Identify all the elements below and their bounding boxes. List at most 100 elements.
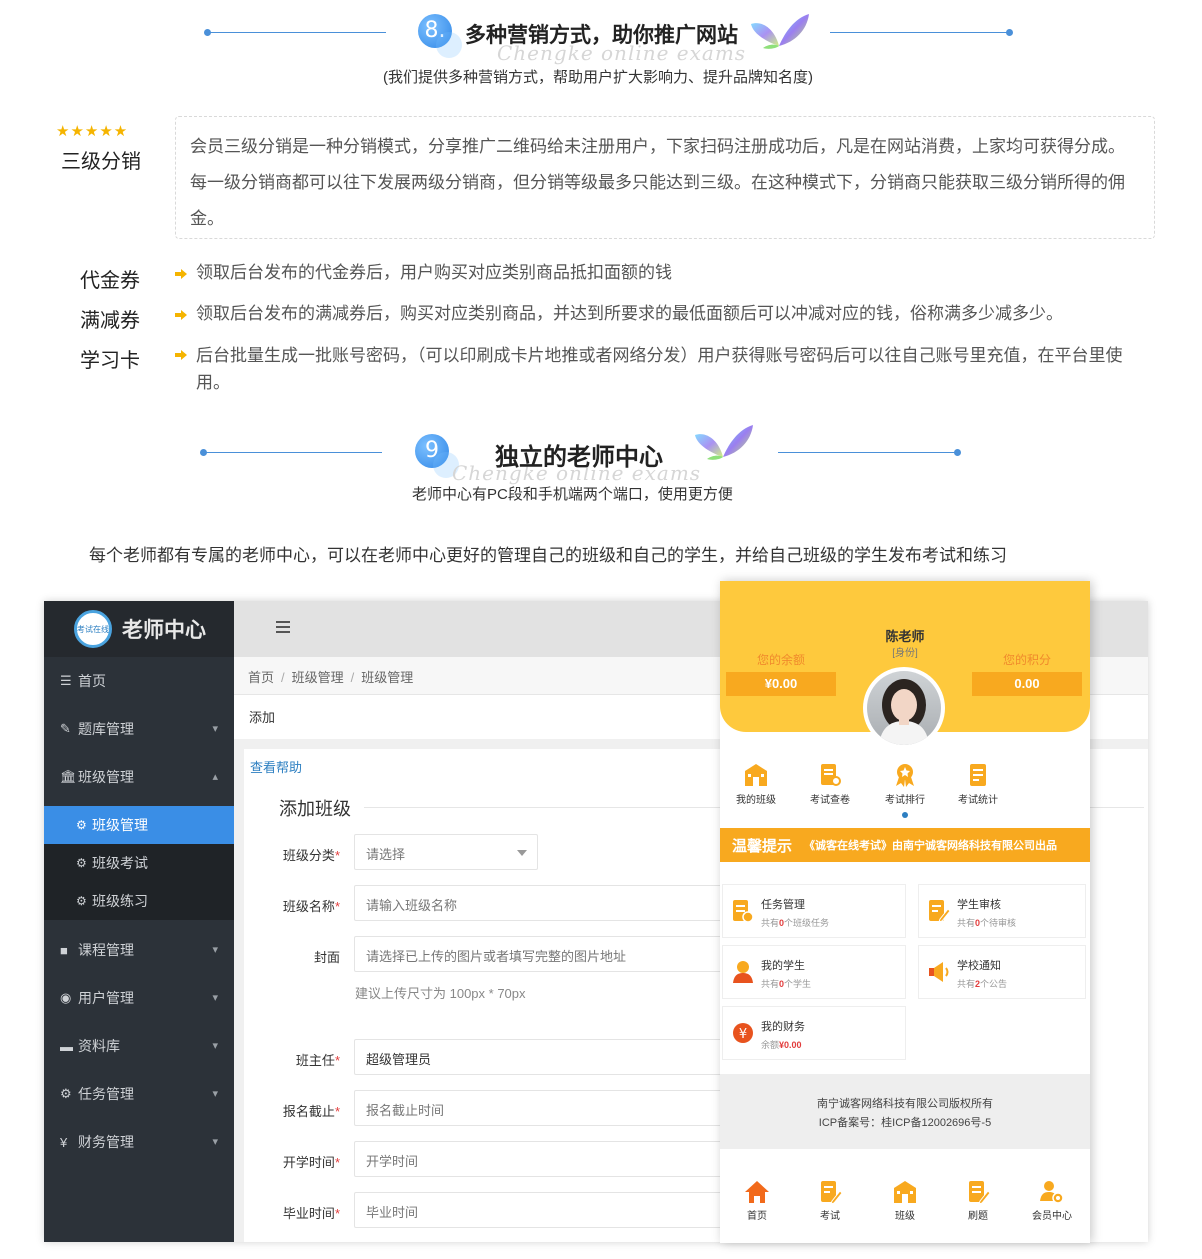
sidebar-item-finance[interactable]: ¥ 财务管理 ▾ [44, 1118, 234, 1166]
quick-my-class[interactable]: 我的班级 [726, 763, 786, 806]
sidebar-subitem-class-management[interactable]: ⚙ 班级管理 [44, 806, 234, 844]
category-select[interactable]: 请选择 [354, 834, 538, 870]
task-icon [733, 900, 754, 923]
help-link[interactable]: 查看帮助 [250, 757, 302, 776]
quick-label: 考试查卷 [810, 795, 850, 806]
chevron-down-icon: ▾ [212, 1040, 218, 1052]
sidebar-item-class-management[interactable]: 🏛 班级管理 ▴ [44, 753, 234, 801]
rating-stars: ★★★★★ [56, 123, 129, 140]
class-name-input[interactable]: 请输入班级名称 [354, 885, 734, 921]
card-task-management[interactable]: 任务管理 共有0个班级任务 [722, 884, 906, 938]
deadline-input[interactable]: 报名截止时间 [354, 1090, 734, 1126]
tab-exam[interactable]: 考试 [800, 1179, 860, 1222]
chevron-down-icon: ▾ [212, 944, 218, 956]
points-label: 您的积分 [1002, 653, 1051, 667]
cover-input[interactable]: 请选择已上传的图片或者填写完整的图片地址 [354, 936, 734, 972]
avatar[interactable] [863, 667, 945, 749]
tab-label: 班级 [895, 1211, 915, 1222]
sidebar-item-home[interactable]: ☰ 首页 [44, 657, 234, 705]
sidebar-item-question-bank[interactable]: ✎ 题库管理 ▾ [44, 705, 234, 753]
tab-class[interactable]: 班级 [875, 1179, 935, 1222]
tab-member-center[interactable]: 会员中心 [1022, 1179, 1082, 1222]
card-student-review[interactable]: 学生审核 共有0个待审核 [918, 884, 1086, 938]
teacher-name: 陈老师 [885, 629, 925, 644]
tab-home[interactable]: 首页 [727, 1179, 787, 1222]
points-value[interactable]: 0.00 [972, 672, 1082, 696]
teacher-input[interactable]: 超级管理员 [354, 1039, 734, 1075]
add-tab-label: 添加 [249, 710, 276, 725]
sidebar-item-label: 任务管理 [78, 1086, 134, 1102]
balance-label: 您的余额 [756, 653, 805, 667]
category-select-value: 请选择 [366, 847, 406, 862]
quick-label: 考试排行 [885, 795, 925, 806]
card-school-notice[interactable]: 学校通知 共有2个公告 [918, 945, 1086, 999]
feature-text-study-card: 后台批量生成一批账号密码，（可以印刷成卡片地推或者网络分发）用户获得账号密码后可… [196, 346, 1123, 392]
chevron-down-icon: ▾ [212, 1136, 218, 1148]
field-label-start: 开学时间* [282, 1155, 340, 1170]
quick-exam-ranking[interactable]: 考试排行 [875, 763, 935, 806]
sidebar-item-library[interactable]: ▬ 资料库 ▾ [44, 1022, 234, 1070]
breadcrumb-current: 班级管理 [361, 670, 414, 685]
yen-icon: ¥ [733, 1023, 753, 1043]
card-title: 任务管理 [761, 899, 805, 911]
sidebar-item-users[interactable]: ◉ 用户管理 ▾ [44, 974, 234, 1022]
sidebar-item-course[interactable]: ■ 课程管理 ▾ [44, 926, 234, 974]
sidebar-subitem-class-practice[interactable]: ⚙ 班级练习 [44, 882, 234, 920]
video-icon: ■ [60, 942, 68, 958]
sidebar-subitem-class-exam[interactable]: ⚙ 班级考试 [44, 844, 234, 882]
sidebar-item-label: 班级管理 [78, 769, 134, 785]
home-icon [745, 1181, 769, 1203]
tab-practice[interactable]: 刷题 [948, 1179, 1008, 1222]
feature-text-voucher: 领取后台发布的代金券后，用户购买对应类别商品抵扣面额的钱 [196, 263, 672, 282]
card-my-finance[interactable]: ¥ 我的财务 余额¥0.00 [722, 1006, 906, 1060]
bank-icon: 🏛 [60, 769, 77, 784]
megaphone-icon [929, 962, 949, 982]
document-icon [970, 764, 986, 786]
decor-line [830, 32, 1008, 33]
chevron-down-icon [517, 850, 527, 856]
feature-label-voucher: 代金券 [80, 270, 140, 292]
card-subtitle: 共有0个学生 [761, 979, 812, 989]
quick-label: 考试统计 [958, 795, 998, 806]
breadcrumb-home[interactable]: 首页 [248, 670, 274, 685]
student-icon [733, 961, 753, 983]
tab-label: 首页 [747, 1211, 767, 1222]
carousel-indicator [902, 812, 908, 818]
end-time-input[interactable]: 毕业时间 [354, 1192, 734, 1228]
quick-exam-review[interactable]: 考试查卷 [800, 763, 860, 806]
card-title: 学校通知 [957, 960, 1001, 972]
admin-sidebar: 考试在线 老师中心 ☰ 首页 ✎ 题库管理 ▾ 🏛 班级管理 ▴ ⚙ 班级管理 … [44, 601, 234, 1242]
notice-title: 温馨提示 [732, 837, 793, 855]
section-title: 独立的老师中心 [495, 444, 663, 471]
svg-text:¥: ¥ [739, 1027, 747, 1042]
sidebar-item-tasks[interactable]: ⚙ 任务管理 ▾ [44, 1070, 234, 1118]
arrow-right-icon [175, 350, 187, 360]
field-label-category: 班级分类* [282, 848, 340, 863]
breadcrumb-class[interactable]: 班级管理 [292, 670, 344, 685]
feature-text-discount: 领取后台发布的满减券后，购买对应类别商品，并达到所要求的最低面额后可以冲减对应的… [196, 304, 1063, 323]
decor-line [208, 32, 386, 33]
list-icon: ☰ [60, 673, 72, 688]
menu-toggle-icon[interactable] [276, 621, 290, 636]
chevron-down-icon: ▾ [212, 992, 218, 1004]
avatar-portrait-icon [879, 679, 929, 745]
decor-dot [1006, 29, 1013, 36]
medal-icon [896, 764, 914, 787]
teacher-center-intro: 每个老师都有专属的老师中心，可以在老师中心更好的管理自己的班级和自己的学生，并给… [89, 546, 1007, 565]
school-icon [745, 764, 767, 786]
field-label-end: 毕业时间* [282, 1206, 340, 1221]
card-my-students[interactable]: 我的学生 共有0个学生 [722, 945, 906, 999]
start-time-input[interactable]: 开学时间 [354, 1141, 734, 1177]
arrow-right-icon [175, 310, 187, 320]
card-title: 我的学生 [761, 960, 805, 972]
sidebar-subitem-label: 班级管理 [92, 817, 148, 833]
balance-value[interactable]: ¥0.00 [726, 672, 836, 696]
gear-icon: ⚙ [76, 856, 87, 870]
quick-exam-stats[interactable]: 考试统计 [948, 763, 1008, 806]
section-subtitle: 老师中心有PC段和手机端两个端口，使用更方便 [412, 486, 733, 503]
card-subtitle: 共有0个班级任务 [761, 918, 830, 928]
sidebar-logo[interactable]: 考试在线 老师中心 [44, 601, 234, 657]
butterfly-icon [751, 14, 809, 49]
sidebar-subitem-label: 班级考试 [92, 855, 148, 871]
logo-title: 老师中心 [122, 619, 206, 642]
